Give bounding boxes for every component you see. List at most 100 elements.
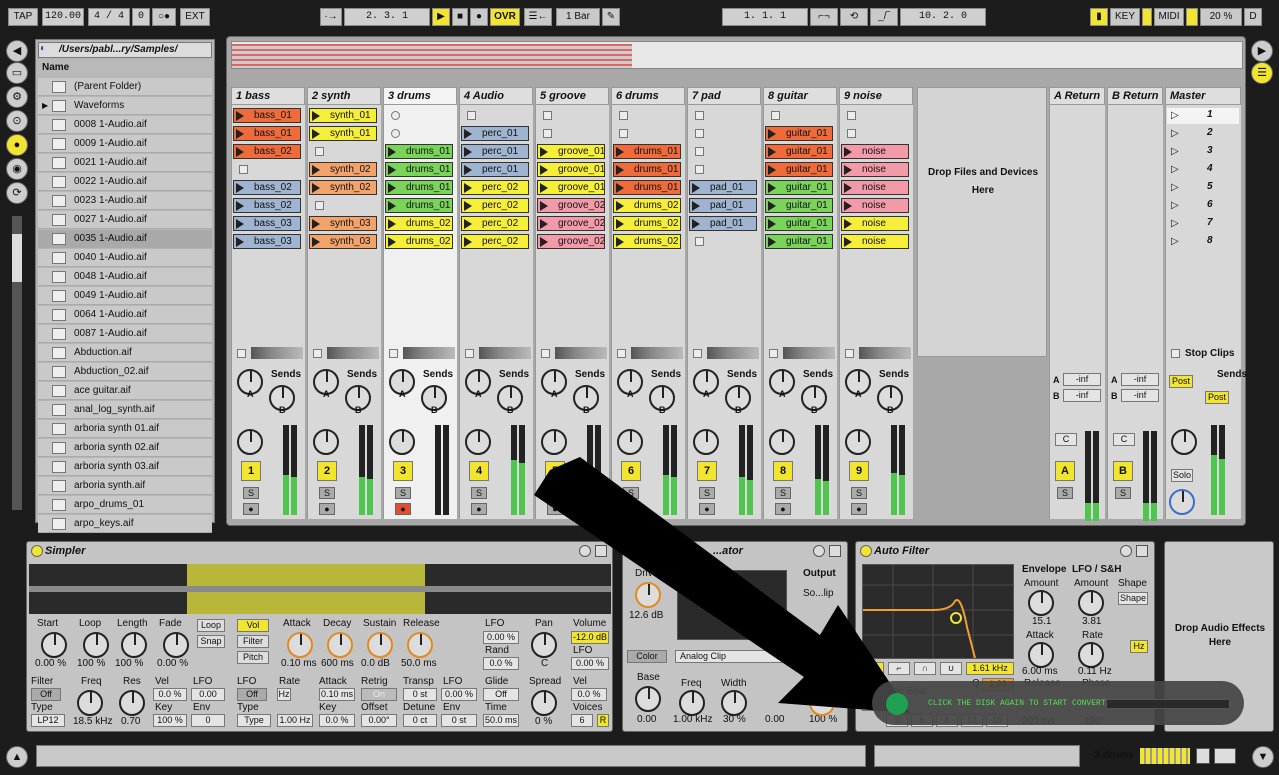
plugin-icon[interactable]: ⚙: [6, 86, 28, 108]
time-signature-field[interactable]: 4 / 4: [88, 8, 130, 26]
clip[interactable]: noise: [841, 234, 909, 249]
clip-play-icon[interactable]: [236, 219, 244, 229]
clip-play-icon[interactable]: [312, 219, 320, 229]
clip-stop-button[interactable]: [771, 111, 780, 120]
vol-tab[interactable]: Vol: [237, 619, 269, 632]
clip-stop-button[interactable]: [619, 111, 628, 120]
clip-play-icon[interactable]: [692, 219, 700, 229]
quantize-menu-icon[interactable]: ☰←: [524, 8, 552, 26]
clip[interactable]: bass_03: [233, 216, 301, 231]
browser-item[interactable]: Abduction.aif: [38, 344, 212, 362]
env-attack-knob[interactable]: [1028, 642, 1054, 668]
clip[interactable]: perc_01: [461, 144, 529, 159]
clip[interactable]: groove_01: [537, 144, 605, 159]
stop-clips-button[interactable]: Stop Clips: [1185, 348, 1234, 359]
clip[interactable]: guitar_01: [765, 126, 833, 141]
lfo-field[interactable]: 0.00 %: [483, 631, 519, 644]
punch-in-icon[interactable]: ⌐¬: [810, 8, 838, 26]
track-activator[interactable]: 1: [241, 461, 261, 481]
loop-length-field[interactable]: 10. 2. 0: [900, 8, 986, 26]
browser-item[interactable]: 0027 1-Audio.aif: [38, 211, 212, 229]
return-send-b[interactable]: -inf: [1063, 389, 1101, 402]
lfo-off[interactable]: Off: [237, 688, 267, 701]
scene-play-icon[interactable]: ▷: [1171, 182, 1179, 193]
scene-play-icon[interactable]: ▷: [1171, 146, 1179, 157]
session-view-icon[interactable]: ☰: [1251, 62, 1273, 84]
return-send-a[interactable]: -inf: [1063, 373, 1101, 386]
track-header[interactable]: 5 groove: [535, 87, 609, 105]
clip-play-icon[interactable]: [388, 237, 396, 247]
attack-knob[interactable]: [287, 632, 313, 658]
browser-item[interactable]: ▶ Waveforms: [38, 97, 212, 115]
clip-stop-button[interactable]: [239, 165, 248, 174]
clip[interactable]: pad_01: [689, 180, 757, 195]
clip-stop-button[interactable]: [695, 129, 704, 138]
pan-knob[interactable]: [769, 429, 795, 455]
transp-field[interactable]: 0 st: [403, 688, 437, 701]
quantize-select[interactable]: 1 Bar: [556, 8, 600, 26]
clip[interactable]: perc_01: [461, 162, 529, 177]
arm-button[interactable]: ●: [319, 503, 335, 515]
clip-stop-button[interactable]: [543, 129, 552, 138]
loop-knob[interactable]: [83, 632, 109, 658]
clip-play-icon[interactable]: [236, 201, 244, 211]
pan-knob[interactable]: [617, 429, 643, 455]
clip-play-icon[interactable]: [540, 147, 548, 157]
clip-play-icon[interactable]: [464, 201, 472, 211]
clip-play-icon[interactable]: [388, 147, 396, 157]
clip-play-icon[interactable]: [844, 201, 852, 211]
rate-field[interactable]: 1.00 Hz: [277, 714, 313, 727]
tap-button[interactable]: TAP: [8, 8, 38, 26]
pan-knob[interactable]: [313, 429, 339, 455]
clip[interactable]: groove_02: [537, 198, 605, 213]
scene-play-icon[interactable]: ▷: [1171, 128, 1179, 139]
pan-knob[interactable]: [465, 429, 491, 455]
stop-button[interactable]: [465, 349, 474, 358]
clip[interactable]: guitar_01: [765, 180, 833, 195]
filter-type-notch[interactable]: ∪: [940, 662, 962, 675]
clip-play-icon[interactable]: [692, 183, 700, 193]
master-pan-knob[interactable]: [1171, 429, 1197, 455]
hotswap-icon[interactable]: [1120, 545, 1132, 557]
length-knob[interactable]: [121, 632, 147, 658]
browser-item[interactable]: anal_log_synth.aif: [38, 401, 212, 419]
env-field[interactable]: 0: [191, 714, 225, 727]
clip-play-icon[interactable]: [236, 129, 244, 139]
loop-start-field[interactable]: 1. 1. 1: [722, 8, 808, 26]
collapse-bottom-icon[interactable]: ▲: [6, 746, 28, 768]
clip-play-icon[interactable]: [768, 183, 776, 193]
clip[interactable]: drums_02: [385, 216, 453, 231]
clip[interactable]: bass_02: [233, 144, 301, 159]
lfo3-field[interactable]: 0.00: [191, 688, 225, 701]
clip-play-icon[interactable]: [768, 165, 776, 175]
cue-volume-knob[interactable]: [1169, 489, 1195, 515]
clip-play-icon[interactable]: [236, 237, 244, 247]
clip[interactable]: synth_02: [309, 180, 377, 195]
clip[interactable]: perc_01: [461, 126, 529, 141]
browser-item[interactable]: 0049 1-Audio.aif: [38, 287, 212, 305]
clip-play-icon[interactable]: [616, 165, 624, 175]
browser-item[interactable]: 0021 1-Audio.aif: [38, 154, 212, 172]
clip-view-icon[interactable]: [1196, 748, 1210, 764]
clip[interactable]: drums_02: [385, 234, 453, 249]
lfo-amount-knob[interactable]: [1078, 590, 1104, 616]
browser-2-icon[interactable]: ◉: [6, 158, 28, 180]
browser-item[interactable]: 0023 1-Audio.aif: [38, 192, 212, 210]
pitch-tab[interactable]: Pitch: [237, 651, 269, 664]
pan-knob[interactable]: [237, 429, 263, 455]
track-overview[interactable]: [1140, 748, 1190, 764]
clip[interactable]: drums_02: [613, 216, 681, 231]
clip[interactable]: groove_01: [537, 162, 605, 177]
clip-play-icon[interactable]: [844, 183, 852, 193]
return-send-a[interactable]: -inf: [1121, 373, 1159, 386]
stop-button[interactable]: [541, 349, 550, 358]
browser-column-header[interactable]: Name: [38, 60, 212, 76]
stop-icon[interactable]: ■: [452, 8, 468, 26]
clip[interactable]: guitar_01: [765, 162, 833, 177]
solo-button[interactable]: S: [1115, 487, 1131, 499]
browser-item[interactable]: Abduction_02.aif: [38, 363, 212, 381]
clip[interactable]: guitar_01: [765, 216, 833, 231]
clip-play-icon[interactable]: [616, 219, 624, 229]
browser-item[interactable]: arboria synth 01.aif: [38, 420, 212, 438]
clip[interactable]: groove_01: [537, 180, 605, 195]
